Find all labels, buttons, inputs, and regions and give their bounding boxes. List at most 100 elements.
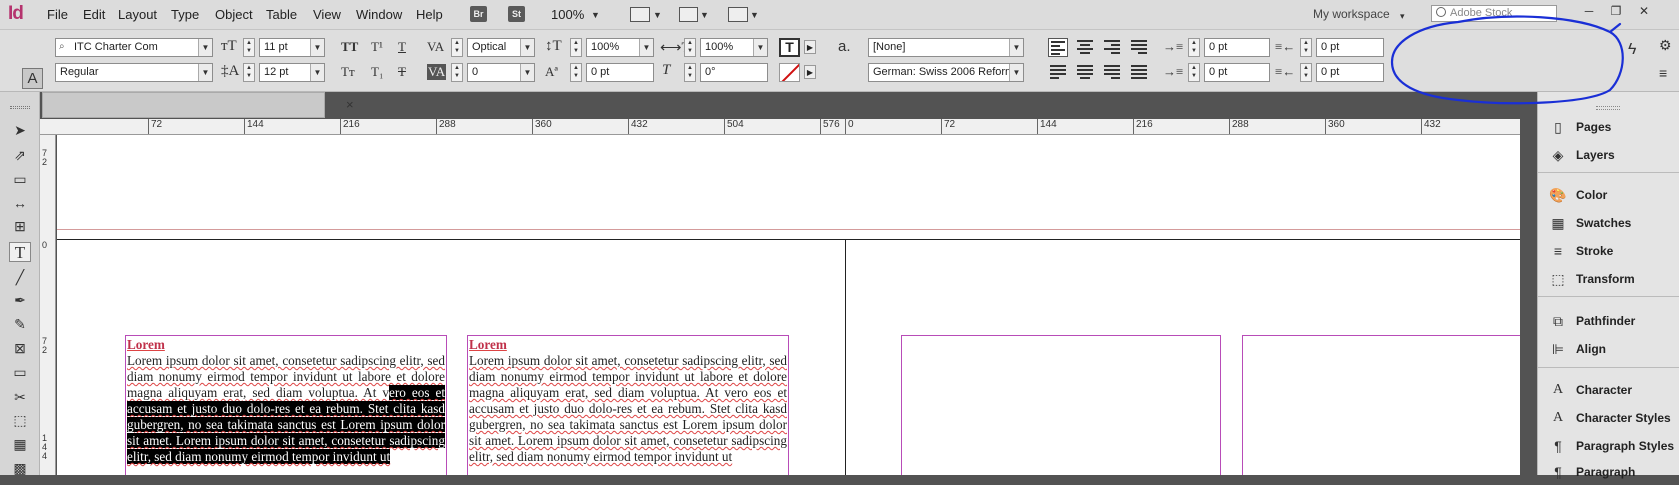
character-style-field[interactable]: [None] ▼: [868, 38, 1024, 57]
rectangle-tool-icon[interactable]: ▭: [9, 362, 31, 382]
panel-pathfinder[interactable]: ⧉ Pathfinder: [1538, 308, 1679, 334]
panel-character[interactable]: A Character: [1538, 377, 1679, 403]
menu-type[interactable]: Type: [171, 7, 199, 22]
character-formatting-button[interactable]: A: [22, 68, 43, 89]
panel-menu-icon[interactable]: ≡: [1659, 65, 1667, 81]
line-tool-icon[interactable]: ╱: [9, 267, 31, 287]
small-caps-icon[interactable]: Tᴛ: [341, 64, 355, 80]
chevron-down-icon[interactable]: ▼: [310, 39, 324, 56]
panel-paragraph-styles[interactable]: ¶ Paragraph Styles: [1538, 433, 1679, 459]
menu-table[interactable]: Table: [266, 7, 297, 22]
zoom-dropdown-icon[interactable]: ▼: [591, 10, 600, 20]
chevron-down-icon[interactable]: ▼: [198, 64, 212, 81]
last-line-indent-stepper[interactable]: ▲ ▼: [1300, 63, 1312, 82]
close-icon[interactable]: ×: [346, 97, 354, 112]
direct-selection-tool-icon[interactable]: ⇗: [9, 145, 31, 165]
align-left-icon[interactable]: [1048, 38, 1068, 57]
gradient-feather-tool-icon[interactable]: ▩: [9, 458, 31, 478]
story-column-1[interactable]: Lorem Lorem ipsum dolor sit amet, conset…: [127, 337, 445, 475]
scissors-tool-icon[interactable]: ✂: [9, 387, 31, 407]
minimize-button[interactable]: ─: [1579, 4, 1599, 20]
document-tab[interactable]: ×: [42, 92, 354, 118]
chevron-down-icon[interactable]: ▼: [198, 39, 212, 56]
menu-help[interactable]: Help: [416, 7, 443, 22]
screen-mode-icon[interactable]: [679, 7, 698, 22]
strikethrough-icon[interactable]: T: [398, 64, 406, 80]
align-center-icon[interactable]: [1075, 38, 1095, 57]
left-indent-stepper[interactable]: ▲ ▼: [1188, 38, 1200, 57]
right-indent-field[interactable]: 0 pt: [1316, 38, 1384, 57]
view-options-icon[interactable]: [630, 7, 650, 22]
tracking-stepper[interactable]: ▲ ▼: [451, 63, 463, 82]
leading-stepper[interactable]: ▲ ▼: [243, 63, 255, 82]
chevron-down-icon[interactable]: ▼: [753, 39, 767, 56]
close-window-button[interactable]: ✕: [1634, 4, 1654, 20]
kerning-field[interactable]: Optical ▼: [467, 38, 535, 57]
first-line-indent-field[interactable]: 0 pt: [1204, 63, 1270, 82]
content-collector-tool-icon[interactable]: ⊞: [9, 216, 31, 236]
gradient-tool-icon[interactable]: ▦: [9, 434, 31, 454]
left-indent-field[interactable]: 0 pt: [1204, 38, 1270, 57]
panel-pages[interactable]: ▯ Pages: [1538, 114, 1679, 140]
chevron-down-icon[interactable]: ▼: [750, 10, 759, 20]
chevron-down-icon[interactable]: ▼: [639, 39, 653, 56]
chevron-down-icon[interactable]: ▾: [1400, 11, 1405, 22]
subscript-icon[interactable]: T₁: [371, 64, 383, 80]
last-line-indent-field[interactable]: 0 pt: [1316, 63, 1384, 82]
pencil-tool-icon[interactable]: ✎: [9, 314, 31, 334]
type-tool-icon[interactable]: T: [9, 242, 31, 262]
justify-right-icon[interactable]: [1102, 63, 1122, 82]
chevron-down-icon[interactable]: ▼: [1009, 64, 1023, 81]
horizontal-scale-stepper[interactable]: ▲ ▼: [684, 38, 696, 57]
vertical-scale-field[interactable]: 100% ▼: [586, 38, 654, 57]
language-field[interactable]: German: Swiss 2006 Reform ▼: [868, 63, 1024, 82]
gap-tool-icon[interactable]: ↔: [9, 193, 31, 213]
text-fill-icon[interactable]: T: [779, 38, 800, 57]
chevron-down-icon[interactable]: ▼: [310, 64, 324, 81]
panel-layers[interactable]: ◈ Layers: [1538, 142, 1679, 168]
panel-paragraph[interactable]: ¶ Paragraph: [1538, 459, 1679, 485]
font-family-field[interactable]: ITC Charter Com ▼: [55, 38, 213, 57]
align-towards-spine-icon[interactable]: [1129, 38, 1149, 57]
leading-field[interactable]: 12 pt ▼: [259, 63, 325, 82]
all-caps-icon[interactable]: TT: [341, 39, 358, 55]
kerning-stepper[interactable]: ▲ ▼: [451, 38, 463, 57]
panel-character-styles[interactable]: A Character Styles: [1538, 405, 1679, 431]
menu-file[interactable]: File: [47, 7, 68, 22]
font-size-stepper[interactable]: ▲ ▼: [243, 38, 255, 57]
quick-apply-icon[interactable]: ϟ: [1628, 41, 1636, 59]
selection-tool-icon[interactable]: ➤: [9, 120, 31, 140]
workspace-switcher[interactable]: My workspace: [1313, 7, 1390, 21]
menu-window[interactable]: Window: [356, 7, 402, 22]
panel-grip[interactable]: [1596, 106, 1620, 110]
empty-frame[interactable]: [901, 335, 1221, 475]
skew-stepper[interactable]: ▲ ▼: [684, 63, 696, 82]
chevron-down-icon[interactable]: ▼: [653, 10, 662, 20]
font-style-field[interactable]: Regular ▼: [55, 63, 213, 82]
menu-layout[interactable]: Layout: [118, 7, 157, 22]
chevron-right-icon[interactable]: ▶: [804, 65, 816, 79]
canvas-scrollbar-area[interactable]: [1520, 119, 1537, 475]
free-transform-tool-icon[interactable]: ⬚: [9, 410, 31, 430]
first-line-indent-stepper[interactable]: ▲ ▼: [1188, 63, 1200, 82]
pen-tool-icon[interactable]: ✒: [9, 290, 31, 310]
justify-left-icon[interactable]: [1048, 63, 1068, 82]
text-stroke-icon[interactable]: [779, 63, 800, 82]
baseline-shift-field[interactable]: 0 pt: [586, 63, 654, 82]
menu-view[interactable]: View: [313, 7, 341, 22]
zoom-level[interactable]: 100%: [551, 7, 584, 22]
font-size-field[interactable]: 11 pt ▼: [259, 38, 325, 57]
vertical-scale-stepper[interactable]: ▲ ▼: [570, 38, 582, 57]
stock-search-input[interactable]: Adobe Stock: [1431, 5, 1557, 22]
rectangle-frame-tool-icon[interactable]: ⊠: [9, 338, 31, 358]
bridge-button[interactable]: Br: [470, 6, 487, 22]
justify-center-icon[interactable]: [1075, 63, 1095, 82]
chevron-down-icon[interactable]: ▼: [520, 64, 534, 81]
menu-edit[interactable]: Edit: [83, 7, 105, 22]
underline-icon[interactable]: T: [398, 39, 406, 55]
superscript-icon[interactable]: T¹: [371, 39, 383, 55]
right-indent-stepper[interactable]: ▲ ▼: [1300, 38, 1312, 57]
page-tool-icon[interactable]: ▭: [9, 169, 31, 189]
stock-button[interactable]: St: [508, 6, 525, 22]
justify-all-icon[interactable]: [1129, 63, 1149, 82]
